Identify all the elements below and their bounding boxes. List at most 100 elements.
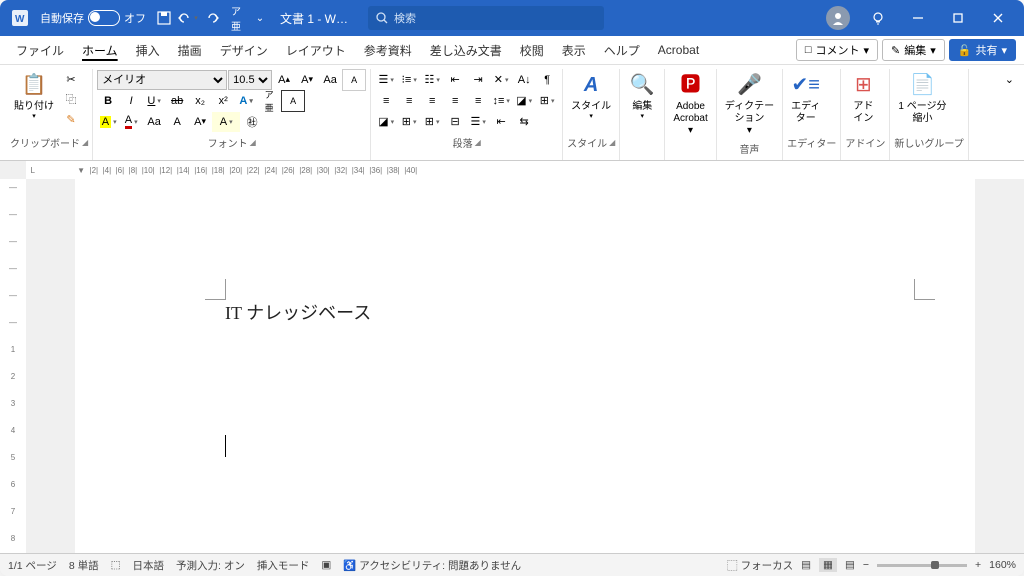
indent-jp-button[interactable]: ⇤ (490, 112, 512, 132)
increase-indent-button[interactable]: ⇥ (467, 70, 489, 90)
tab-layout[interactable]: レイアウト (278, 38, 354, 63)
tab-insert[interactable]: 挿入 (128, 38, 168, 63)
shading-button[interactable]: ◪ (513, 91, 535, 111)
snap-grid-button[interactable]: ⊟ (444, 112, 466, 132)
font-family-combo[interactable]: メイリオ (97, 70, 227, 90)
page-number[interactable]: 1/1 ページ (8, 558, 57, 573)
qat-customize-button[interactable]: ⌄ (248, 6, 272, 30)
zoom-slider[interactable] (877, 564, 967, 567)
document-heading[interactable]: IT ナレッジベース (225, 299, 835, 325)
paste-button[interactable]: 📋貼り付け▾ (10, 69, 58, 123)
italic-button[interactable]: I (120, 91, 142, 111)
font-misc-button[interactable]: A (212, 112, 240, 132)
distribute-button[interactable]: ≡ (467, 91, 489, 111)
zoom-in-button[interactable]: + (975, 559, 981, 571)
border-grid-button[interactable]: ⊞ (398, 112, 420, 132)
justify-button[interactable]: ≡ (444, 91, 466, 111)
tab-help[interactable]: ヘルプ (596, 38, 648, 63)
fit-text-button[interactable]: A▾ (189, 112, 211, 132)
zoom-level[interactable]: 160% (989, 559, 1016, 571)
redo-button[interactable] (200, 6, 224, 30)
account-button[interactable] (818, 0, 858, 36)
copy-button[interactable]: ⿻ (60, 89, 82, 109)
dialog-launcher-icon[interactable]: ◢ (609, 138, 615, 147)
subscript-button[interactable]: x₂ (189, 91, 211, 111)
tab-review[interactable]: 校閲 (512, 38, 552, 63)
clear-formatting-button[interactable]: A (342, 69, 366, 91)
tab-file[interactable]: ファイル (8, 38, 72, 63)
maximize-button[interactable] (938, 0, 978, 36)
cut-button[interactable]: ✂ (60, 69, 82, 89)
tab-view[interactable]: 表示 (554, 38, 594, 63)
horizontal-ruler[interactable]: L ▼ |2| |4| |6| |8| |10| |12| |14| |16| … (26, 161, 1024, 180)
character-shading-button[interactable]: Aa (143, 112, 165, 132)
tab-mailings[interactable]: 差し込み文書 (422, 38, 510, 63)
shrink-one-page-button[interactable]: 📄1 ページ分縮小 (894, 69, 950, 127)
word-count[interactable]: 8 単語 (69, 558, 99, 573)
focus-mode-button[interactable]: ⬚ フォーカス (727, 558, 793, 573)
circle-enclose-button[interactable]: ㊓ (241, 112, 263, 132)
decrease-indent-button[interactable]: ⇤ (444, 70, 466, 90)
line-style-button[interactable]: ☰ (467, 112, 489, 132)
enclose-characters-button[interactable]: A (166, 112, 188, 132)
text-effects-button[interactable]: A (235, 91, 257, 111)
search-box[interactable]: 検索 (368, 6, 604, 30)
print-layout-button[interactable]: ▦ (819, 558, 837, 572)
styles-button[interactable]: Aスタイル▾ (567, 69, 615, 123)
dialog-launcher-icon[interactable]: ◢ (475, 138, 481, 147)
undo-button[interactable] (176, 6, 200, 30)
highlight-button[interactable]: A (97, 112, 119, 132)
bullets-button[interactable]: ☰ (375, 70, 397, 90)
asian-layout-button[interactable]: ✕ (490, 70, 512, 90)
character-border-button[interactable]: A (281, 90, 305, 112)
tips-button[interactable] (858, 0, 898, 36)
zoom-out-button[interactable]: − (863, 559, 869, 571)
comments-button[interactable]: □ コメント ▾ (796, 39, 878, 61)
font-size-combo[interactable]: 10.5 (228, 70, 272, 90)
tab-design[interactable]: デザイン (212, 38, 276, 63)
spellcheck-icon[interactable]: ⬚ (111, 559, 121, 571)
borders-button[interactable]: ⊞ (536, 91, 558, 111)
macro-icon[interactable]: ▣ (321, 559, 331, 571)
page[interactable]: IT ナレッジベース (75, 179, 975, 553)
accessibility-status[interactable]: ♿ アクセシビリティ: 問題ありません (343, 558, 521, 573)
bold-button[interactable]: B (97, 91, 119, 111)
grow-font-button[interactable]: A▴ (273, 70, 295, 90)
tab-home[interactable]: ホーム (74, 38, 126, 63)
shrink-font-button[interactable]: A▾ (296, 70, 318, 90)
language-status[interactable]: 日本語 (133, 558, 165, 573)
shading-fill-button[interactable]: ◪ (375, 112, 397, 132)
acrobat-button[interactable]: 🅿AdobeAcrobat ▾ (669, 69, 711, 139)
minimize-button[interactable] (898, 0, 938, 36)
read-mode-button[interactable]: ▤ (801, 559, 811, 571)
editor-button[interactable]: ✔≡エディター (787, 69, 824, 127)
web-layout-button[interactable]: ▤ (845, 559, 855, 571)
share-button[interactable]: 🔓 共有 ▾ (949, 39, 1016, 61)
save-button[interactable] (152, 6, 176, 30)
line-spacing-button[interactable]: ↕≡ (490, 91, 512, 111)
addin-button[interactable]: ⊞アドイン (845, 69, 881, 127)
dictation-button[interactable]: 🎤ディクテーション ▾ (721, 69, 778, 139)
tab-acrobat[interactable]: Acrobat (650, 39, 707, 61)
text-direction-button[interactable]: ⊞ (421, 112, 443, 132)
format-painter-button[interactable]: ✎ (60, 109, 82, 129)
align-right-button[interactable]: ≡ (421, 91, 443, 111)
superscript-button[interactable]: x² (212, 91, 234, 111)
tab-draw[interactable]: 描画 (170, 38, 210, 63)
align-center-button[interactable]: ≡ (398, 91, 420, 111)
close-button[interactable] (978, 0, 1018, 36)
underline-button[interactable]: U (143, 91, 165, 111)
collapse-ribbon-button[interactable]: ⌄ (1001, 69, 1018, 160)
font-color-button[interactable]: A (120, 112, 142, 132)
numbering-button[interactable]: ⁝≡ (398, 70, 420, 90)
tab-references[interactable]: 参考資料 (356, 38, 420, 63)
dialog-launcher-icon[interactable]: ◢ (250, 138, 256, 147)
vertical-ruler[interactable]: ——————12345678 (0, 179, 27, 553)
predictive-input-status[interactable]: 予測入力: オン (176, 558, 245, 573)
sort-button[interactable]: A↓ (513, 70, 535, 90)
autosave-toggle[interactable]: 自動保存 オフ (34, 8, 152, 28)
phonetic-guide-button[interactable]: ア亜 (258, 91, 280, 111)
show-marks-button[interactable]: ¶ (536, 70, 558, 90)
change-case-button[interactable]: Aa (319, 70, 341, 90)
insert-mode-status[interactable]: 挿入モード (257, 558, 310, 573)
